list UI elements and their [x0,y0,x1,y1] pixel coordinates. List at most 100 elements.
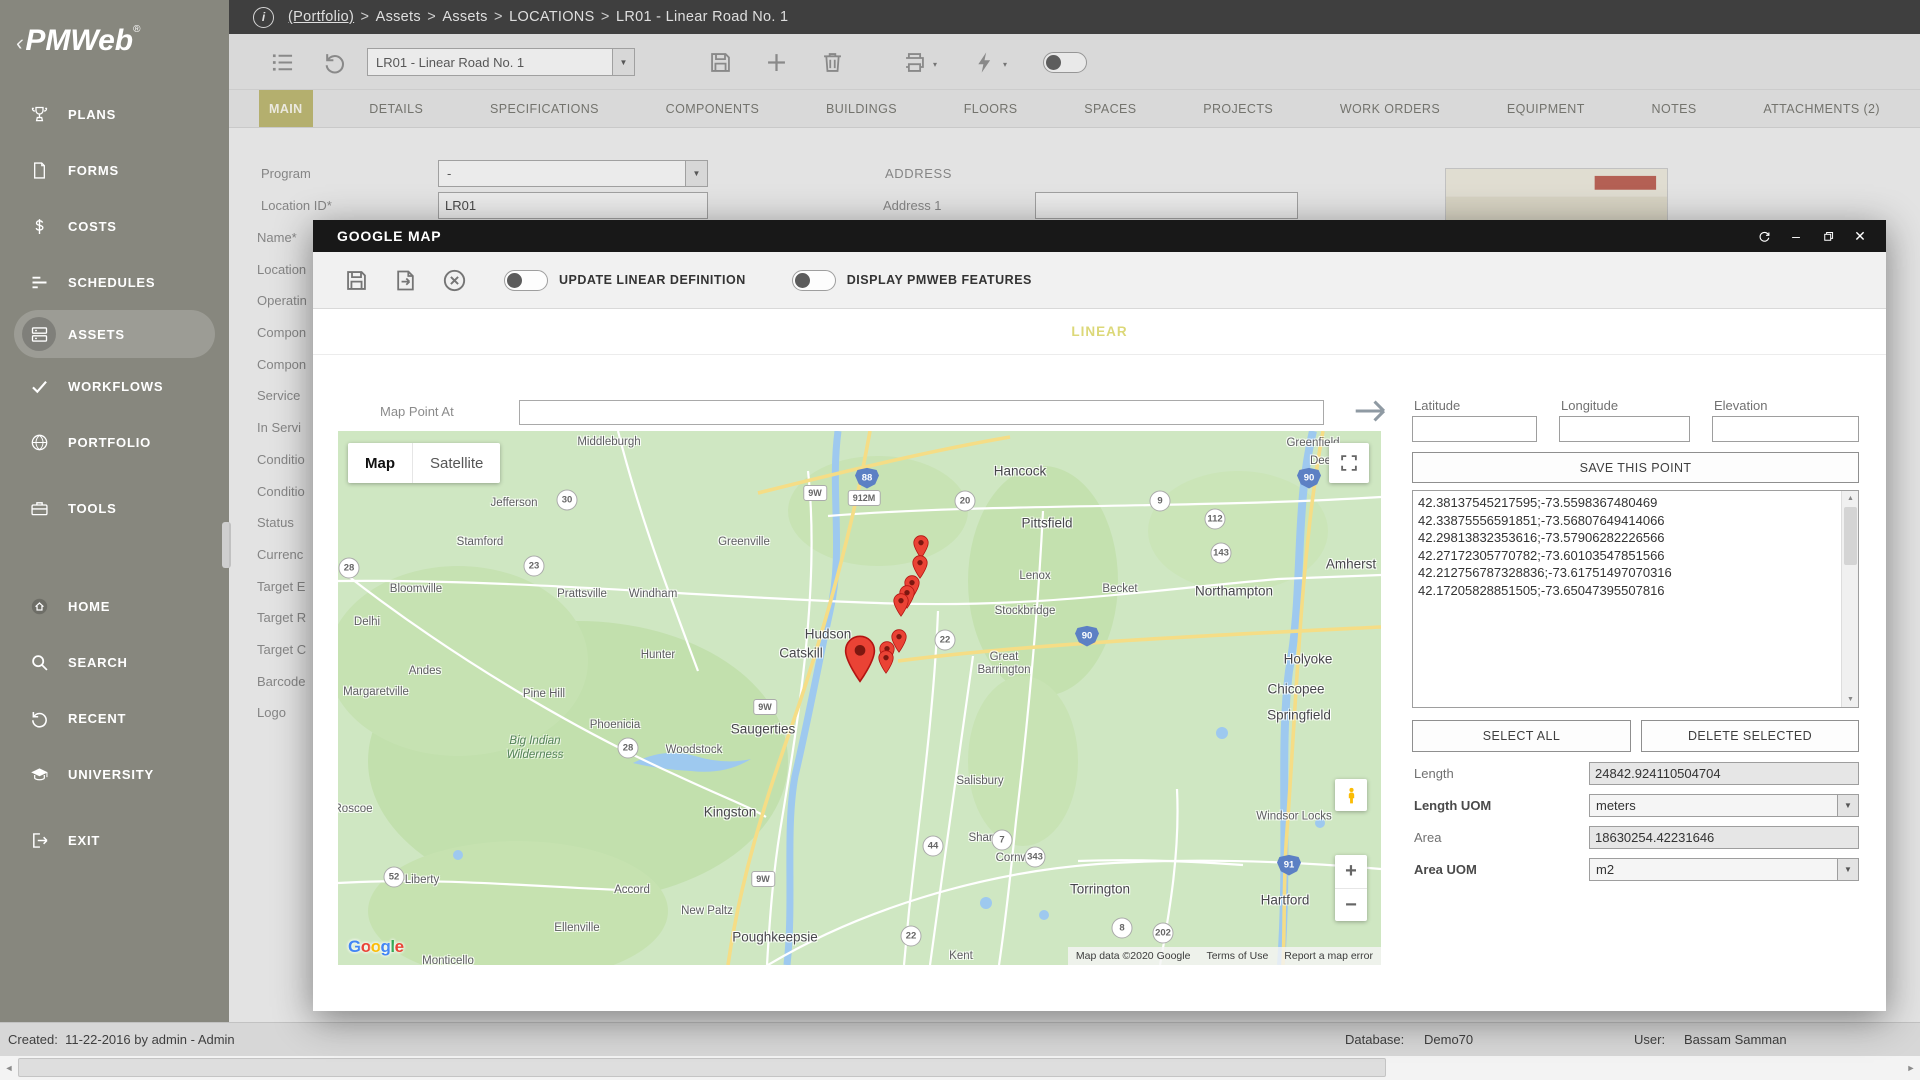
dialog-titlebar[interactable]: GOOGLE MAP – ✕ [313,220,1886,252]
scroll-up-icon[interactable]: ▲ [1842,491,1859,506]
map-town-label: Northampton [1194,583,1274,599]
maximize-icon[interactable] [1818,226,1838,246]
sidebar-item-tools[interactable]: TOOLS [0,480,229,536]
map-point-input[interactable] [519,400,1324,425]
sidebar-item-label: TOOLS [68,500,117,516]
sidebar-item-costs[interactable]: COSTS [0,198,229,254]
sidebar-item-university[interactable]: UNIVERSITY [0,746,229,802]
costs-icon [22,209,56,243]
google-map-dialog: GOOGLE MAP – ✕ UPDATE LINEAR DEFINITION … [313,220,1886,1011]
route-shield: 9 [1149,490,1171,512]
delete-selected-button[interactable]: DELETE SELECTED [1641,720,1859,752]
scrollbar-thumb[interactable] [1844,507,1857,565]
scroll-right-icon[interactable]: ► [1902,1056,1920,1080]
length-uom-select[interactable]: meters ▼ [1589,794,1859,817]
map-type-map-button[interactable]: Map [348,443,412,483]
coordinate-item[interactable]: 42.212756787328836;-73.61751497070316 [1418,564,1841,582]
sidebar-item-exit[interactable]: EXIT [0,812,229,868]
map-marker-pin[interactable] [844,635,876,683]
sidebar-item-forms[interactable]: FORMS [0,142,229,198]
sidebar-item-label: FORMS [68,162,119,178]
map-town-label: Pittsfield [1021,515,1073,531]
sidebar-item-plans[interactable]: PLANS [0,86,229,142]
sidebar-section-1: HOME SEARCH RECENT UNIVERSITY EXIT [0,578,229,868]
minimize-icon[interactable]: – [1786,226,1806,246]
exit-icon [22,823,56,857]
coordinate-item[interactable]: 42.17205828851505;-73.65047395507816 [1418,582,1841,600]
schedules-icon [22,265,56,299]
latitude-input[interactable] [1412,416,1537,442]
map-town-label: Jefferson [490,497,538,509]
forms-icon [22,153,56,187]
go-arrow-icon[interactable] [1351,396,1391,426]
longitude-input[interactable] [1559,416,1690,442]
report-map-error-link[interactable]: Report a map error [1284,950,1373,962]
select-all-button[interactable]: SELECT ALL [1412,720,1631,752]
coordinate-item[interactable]: 42.33875556591851;-73.56807649414066 [1418,512,1841,530]
route-shield: 90 [1075,625,1099,647]
window-controls: – ✕ [1754,226,1870,246]
sidebar-item-label: WORKFLOWS [68,378,164,394]
map-marker-pin[interactable] [878,650,894,674]
coordinates-scrollbar[interactable]: ▲ ▼ [1841,491,1858,707]
route-shield: 88 [855,467,879,489]
scroll-left-icon[interactable]: ◄ [0,1056,18,1080]
sidebar-item-label: RECENT [68,710,127,726]
horizontal-scrollbar[interactable]: ◄ ► [0,1056,1920,1080]
update-linear-definition-toggle[interactable] [504,269,548,291]
area-uom-select[interactable]: m2 ▼ [1589,858,1859,881]
map-town-label: Chicopee [1267,681,1325,697]
map-town-label: Salisbury [956,775,1004,787]
map-type-satellite-button[interactable]: Satellite [412,443,501,483]
map-town-label: Poughkeepsie [732,929,818,945]
google-logo: Google [348,937,404,957]
pmweb-logo[interactable]: ‹PMWeb® [0,0,229,58]
pegman-icon[interactable] [1335,779,1367,811]
sidebar-item-recent[interactable]: RECENT [0,690,229,746]
sidebar-item-assets[interactable]: ASSETS [14,310,215,358]
sidebar-item-label: UNIVERSITY [68,766,155,782]
route-shield: 9W [751,871,775,887]
university-icon [22,757,56,791]
dialog-title: GOOGLE MAP [337,228,442,244]
scrollbar-thumb[interactable] [18,1058,1386,1077]
map-town-label: New Paltz [681,905,733,917]
sidebar-item-workflows[interactable]: WORKFLOWS [0,358,229,414]
zoom-in-button[interactable]: + [1335,855,1367,888]
coordinate-item[interactable]: 42.29813832353616;-73.57906282226566 [1418,529,1841,547]
chevron-down-icon[interactable]: ▼ [1837,859,1858,880]
export-icon[interactable] [392,267,419,294]
map-town-label: Monticello [422,955,474,965]
sidebar-item-portfolio[interactable]: PORTFOLIO [0,414,229,470]
area-uom-label: Area UOM [1414,862,1477,877]
scroll-down-icon[interactable]: ▼ [1842,692,1859,707]
google-map-canvas[interactable]: Middleburgh Jefferson Stamford Greenville Bl… [338,431,1381,965]
save-icon[interactable] [343,267,370,294]
map-town-label: Windsor Locks [1256,810,1332,823]
coordinate-item[interactable]: 42.38137545217595;-73.5598367480469 [1418,494,1841,512]
workflows-icon [22,369,56,403]
map-marker-pin[interactable] [893,593,909,617]
close-icon[interactable]: ✕ [1850,226,1870,246]
coordinate-item[interactable]: 42.27172305770782;-73.60103547851566 [1418,547,1841,565]
map-town-label: Liberty [404,874,440,886]
fullscreen-icon[interactable] [1329,443,1369,483]
terms-of-use-link[interactable]: Terms of Use [1206,950,1268,962]
display-pmweb-features-label: DISPLAY PMWEB FEATURES [846,273,1032,287]
display-pmweb-features-toggle[interactable] [791,269,836,291]
sidebar-item-search[interactable]: SEARCH [0,634,229,690]
refresh-icon[interactable] [1754,226,1774,246]
sidebar-item-home[interactable]: HOME [0,578,229,634]
coordinates-list-box[interactable]: 42.38137545217595;-73.5598367480469 42.33… [1412,490,1859,708]
map-town-label: Stockbridge [994,605,1056,617]
zoom-out-button[interactable]: − [1335,888,1367,921]
map-town-label: Margaretville [343,686,409,698]
elevation-input[interactable] [1712,416,1859,442]
route-shield: 22 [934,629,956,651]
cancel-icon[interactable] [441,267,468,294]
route-shield: 20 [954,490,976,512]
chevron-down-icon[interactable]: ▼ [1837,795,1858,816]
sidebar-item-schedules[interactable]: SCHEDULES [0,254,229,310]
area-value: 18630254.42231646 [1589,826,1859,849]
save-this-point-button[interactable]: SAVE THIS POINT [1412,452,1859,483]
